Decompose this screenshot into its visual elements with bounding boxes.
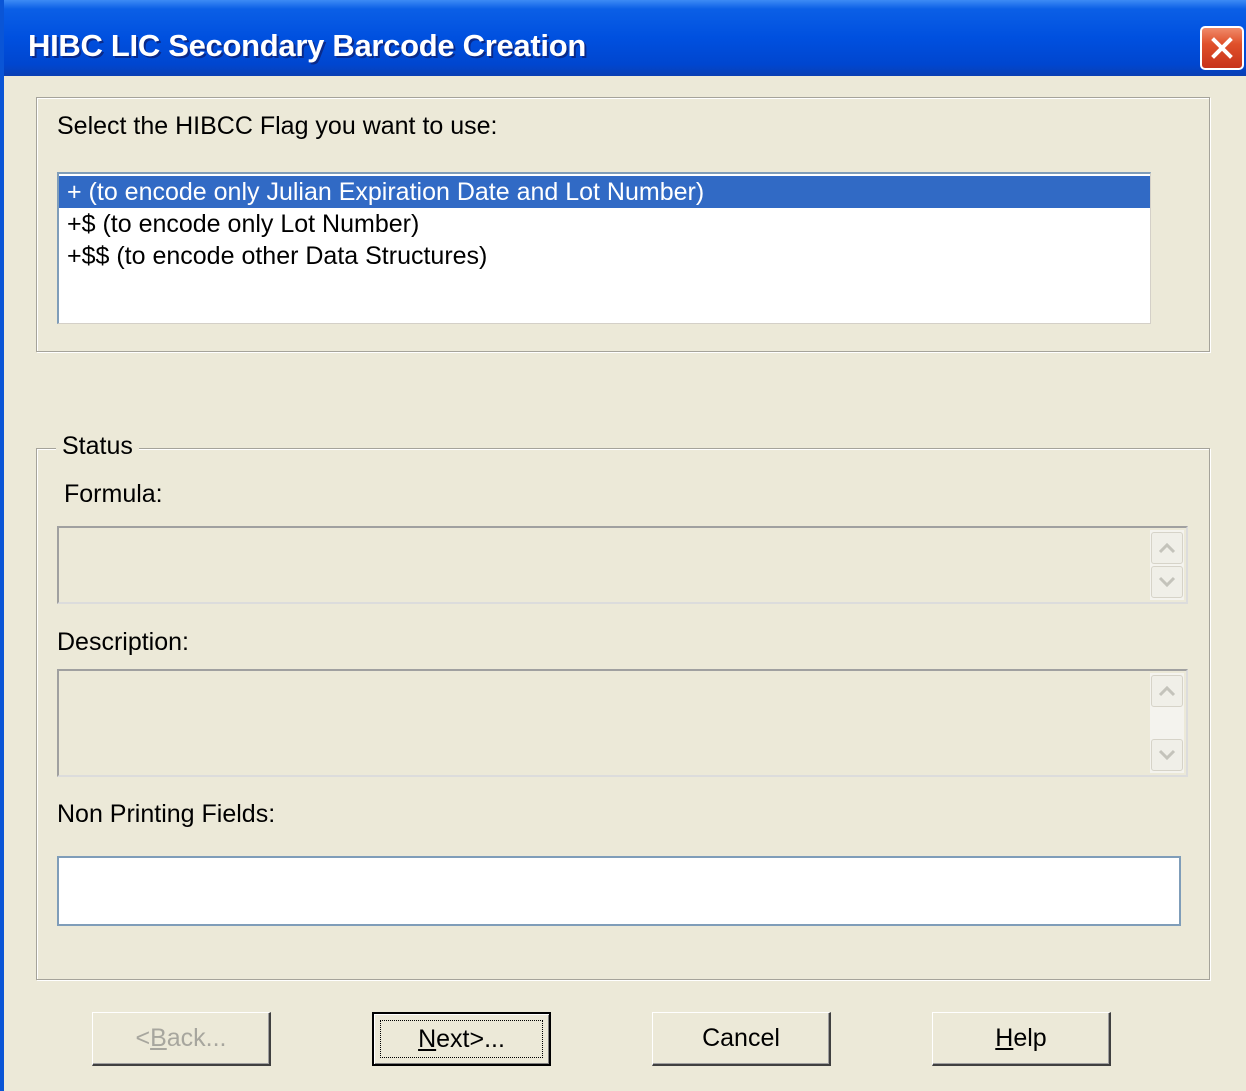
formula-scroll-up-button[interactable] [1151, 532, 1183, 564]
cancel-button[interactable]: Cancel [652, 1012, 831, 1066]
formula-label: Formula: [64, 480, 163, 508]
back-button-mnemonic: B [150, 1024, 167, 1052]
nonprinting-fields-label: Non Printing Fields: [57, 800, 276, 828]
chevron-down-icon [1158, 749, 1176, 761]
description-scroll-up-button[interactable] [1151, 675, 1183, 707]
chevron-up-icon [1158, 685, 1176, 697]
close-button[interactable] [1200, 26, 1244, 70]
description-scrollbar[interactable] [1150, 673, 1184, 773]
formula-scrollbar[interactable] [1150, 530, 1184, 600]
close-icon [1211, 37, 1233, 59]
back-button-prefix: < [135, 1024, 151, 1052]
dialog-window: HIBC LIC Secondary Barcode Creation Sele… [0, 0, 1246, 1091]
chevron-up-icon [1158, 542, 1176, 554]
flag-option-plus-double-dollar[interactable]: +$$ (to encode other Data Structures) [59, 240, 1150, 272]
back-button[interactable]: < Back... [92, 1012, 271, 1066]
formula-field[interactable] [57, 526, 1188, 604]
nonprinting-fields-input[interactable] [57, 856, 1181, 926]
description-label: Description: [57, 628, 189, 656]
help-button-rest: elp [1013, 1024, 1047, 1052]
flag-listbox[interactable]: + (to encode only Julian Expiration Date… [57, 172, 1151, 324]
formula-scroll-down-button[interactable] [1151, 566, 1183, 598]
title-bar[interactable]: HIBC LIC Secondary Barcode Creation [4, 0, 1246, 76]
back-button-rest: ack... [166, 1024, 227, 1052]
next-button[interactable]: Next>... [372, 1012, 551, 1066]
flag-option-plus-dollar[interactable]: +$ (to encode only Lot Number) [59, 208, 1150, 240]
status-legend: Status [56, 432, 139, 461]
cancel-button-label: Cancel [702, 1024, 780, 1052]
flag-prompt-label: Select the HIBCC Flag you want to use: [57, 112, 498, 140]
flag-option-plus[interactable]: + (to encode only Julian Expiration Date… [59, 176, 1150, 208]
description-scroll-down-button[interactable] [1151, 739, 1183, 771]
help-button[interactable]: Help [932, 1012, 1111, 1066]
window-title: HIBC LIC Secondary Barcode Creation [28, 28, 586, 63]
description-field[interactable] [57, 669, 1188, 777]
chevron-down-icon [1158, 576, 1176, 588]
focus-rectangle [380, 1020, 543, 1058]
help-button-mnemonic: H [995, 1024, 1014, 1052]
